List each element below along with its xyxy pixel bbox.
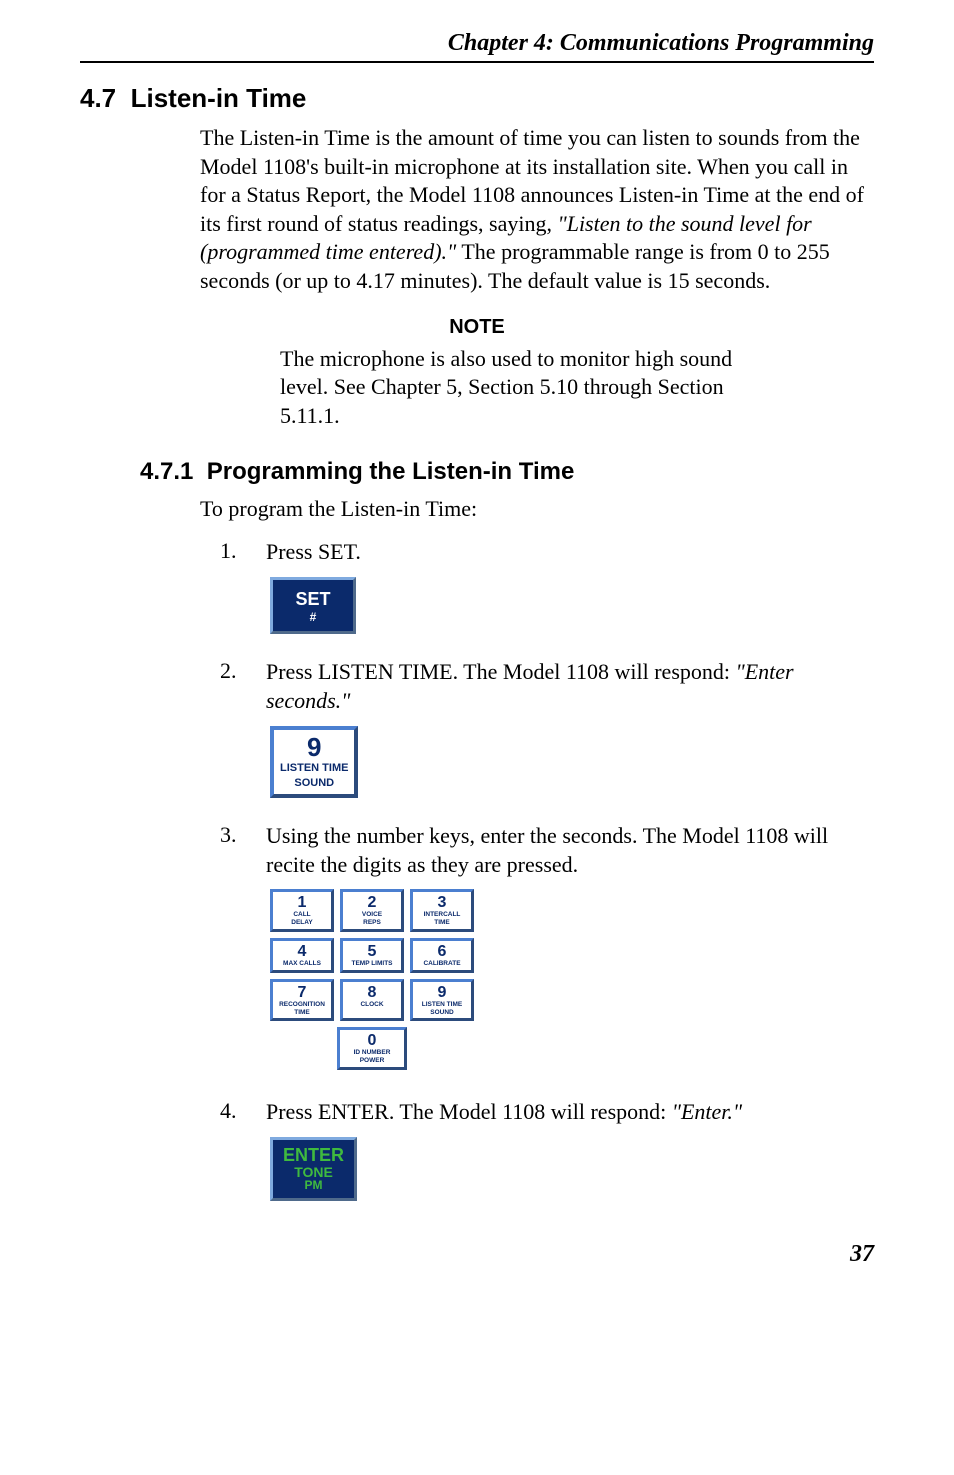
- enter-key: ENTER TONE PM: [270, 1137, 357, 1201]
- number-keypad: 1CALLDELAY 2VOICEREPS 3INTERCALLTIME 4MA…: [270, 889, 874, 1070]
- step-1: Press SET. SET #: [220, 538, 874, 644]
- kp4-l1: MAX CALLS: [273, 961, 331, 968]
- kp3-l1: INTERCALL: [413, 912, 471, 919]
- section-title: 4.7 Listen-in Time: [80, 83, 874, 114]
- kp1-num: 1: [273, 895, 331, 911]
- chapter-header: Chapter 4: Communications Programming: [80, 30, 874, 57]
- note-body: The microphone is also used to monitor h…: [280, 345, 764, 431]
- kp2-l1: VOICE: [343, 912, 401, 919]
- enter-key-l3: PM: [283, 1179, 344, 1192]
- keypad-0: 0ID NUMBERPOWER: [337, 1027, 407, 1070]
- kp9-l1: LISTEN TIME: [413, 1002, 471, 1009]
- kp8-num: 8: [343, 985, 401, 1001]
- step-4: Press ENTER. The Model 1108 will respond…: [220, 1098, 874, 1201]
- listen-time-key-label1: LISTEN TIME: [280, 761, 348, 775]
- page-number: 37: [80, 1241, 874, 1268]
- section-body: The Listen-in Time is the amount of time…: [200, 124, 874, 296]
- kp8-l1: CLOCK: [343, 1002, 401, 1009]
- note-heading: NOTE: [80, 316, 874, 339]
- kp5-num: 5: [343, 944, 401, 960]
- keypad-6: 6CALIBRATE: [410, 938, 474, 973]
- enter-key-l2: TONE: [283, 1165, 344, 1180]
- step-2: Press LISTEN TIME. The Model 1108 will r…: [220, 658, 874, 808]
- keypad-9: 9LISTEN TIMESOUND: [410, 979, 474, 1022]
- step-1-text: Press SET.: [266, 538, 874, 567]
- subsection-title: 4.7.1 Programming the Listen-in Time: [140, 458, 874, 486]
- kp0-num: 0: [340, 1033, 404, 1049]
- kp7-l1: RECOGNITION: [273, 1002, 331, 1009]
- keypad-1: 1CALLDELAY: [270, 889, 334, 932]
- kp9-num: 9: [413, 985, 471, 1001]
- step-3-text: Using the number keys, enter the seconds…: [266, 822, 874, 879]
- keypad-8: 8CLOCK: [340, 979, 404, 1022]
- kp1-l1: CALL: [273, 912, 331, 919]
- keypad-5: 5TEMP LIMITS: [340, 938, 404, 973]
- header-divider: [80, 61, 874, 63]
- subsection-heading: Programming the Listen-in Time: [207, 458, 575, 485]
- kp7-l2: TIME: [273, 1010, 331, 1017]
- kp3-l2: TIME: [413, 920, 471, 927]
- step-2-text: Press LISTEN TIME. The Model 1108 will r…: [266, 658, 874, 715]
- step-4-quote: "Enter.": [672, 1099, 742, 1124]
- kp5-l1: TEMP LIMITS: [343, 961, 401, 968]
- kp6-num: 6: [413, 944, 471, 960]
- step-4-text: Press ENTER. The Model 1108 will respond…: [266, 1098, 874, 1127]
- listen-time-key: 9 LISTEN TIME SOUND: [270, 726, 358, 799]
- kp3-num: 3: [413, 895, 471, 911]
- section-heading: Listen-in Time: [131, 83, 307, 113]
- kp0-l1: ID NUMBER: [340, 1050, 404, 1057]
- set-key-sublabel: #: [289, 611, 337, 624]
- subsection-number: 4.7.1: [140, 458, 193, 485]
- kp2-num: 2: [343, 895, 401, 911]
- kp7-num: 7: [273, 985, 331, 1001]
- kp4-num: 4: [273, 944, 331, 960]
- listen-time-key-num: 9: [280, 734, 348, 760]
- step-2-text-pre: Press LISTEN TIME. The Model 1108 will r…: [266, 659, 736, 684]
- enter-key-l1: ENTER: [283, 1146, 344, 1165]
- set-key: SET #: [270, 577, 356, 634]
- step-4-text-pre: Press ENTER. The Model 1108 will respond…: [266, 1099, 672, 1124]
- step-3: Using the number keys, enter the seconds…: [220, 822, 874, 1084]
- kp2-l2: REPS: [343, 920, 401, 927]
- keypad-2: 2VOICEREPS: [340, 889, 404, 932]
- listen-time-key-label2: SOUND: [280, 776, 348, 790]
- subsection-lead: To program the Listen-in Time:: [200, 496, 874, 522]
- keypad-7: 7RECOGNITIONTIME: [270, 979, 334, 1022]
- kp1-l2: DELAY: [273, 920, 331, 927]
- keypad-4: 4MAX CALLS: [270, 938, 334, 973]
- set-key-label: SET: [295, 589, 330, 609]
- section-number: 4.7: [80, 83, 116, 113]
- kp0-l2: POWER: [340, 1058, 404, 1065]
- keypad-3: 3INTERCALLTIME: [410, 889, 474, 932]
- kp9-l2: SOUND: [413, 1010, 471, 1017]
- kp6-l1: CALIBRATE: [413, 961, 471, 968]
